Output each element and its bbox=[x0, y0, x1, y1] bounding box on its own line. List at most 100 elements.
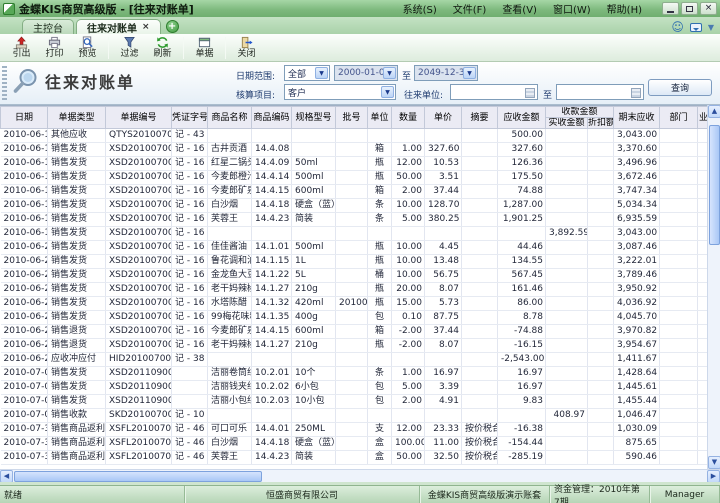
menu-system[interactable]: 系统(S) bbox=[403, 1, 437, 16]
menu-view[interactable]: 查看(V) bbox=[502, 1, 537, 16]
cell: 3,370.60 bbox=[614, 143, 660, 157]
cell bbox=[368, 353, 392, 367]
cell bbox=[172, 381, 208, 395]
date-to-select[interactable]: 2049-12-31 ▼ bbox=[414, 65, 478, 81]
export-button[interactable]: 引出 bbox=[5, 35, 38, 61]
cell bbox=[660, 171, 698, 185]
table-row[interactable]: 2010-06-20销售发货XSD20100700007记 - 16水塔陈醋14… bbox=[1, 297, 708, 311]
table-row[interactable]: 2010-06-15销售发货XSD20100700001记 - 16古井贡酒14… bbox=[1, 143, 708, 157]
cell: 今麦郎矿泉水 bbox=[208, 185, 252, 199]
table-row[interactable]: 2010-06-20销售发货XSD20100700007记 - 16老干妈辣椒酱… bbox=[1, 283, 708, 297]
column-header: 规格型号 bbox=[292, 107, 336, 129]
table-row[interactable]: 2010-07-05销售发货XSD20110900004洁丽钱夹纸10.2.02… bbox=[1, 381, 708, 395]
menu-window[interactable]: 窗口(W) bbox=[553, 1, 591, 16]
export-icon bbox=[15, 36, 28, 49]
minimize-button[interactable] bbox=[662, 2, 679, 15]
cell bbox=[208, 353, 252, 367]
dropdown-arrow-icon[interactable]: ▼ bbox=[315, 67, 328, 79]
unit-to-label: 至 bbox=[543, 88, 552, 101]
vertical-scroll-thumb[interactable] bbox=[709, 125, 720, 245]
dropdown-arrow-icon[interactable]: ▼ bbox=[463, 67, 476, 79]
restore-button[interactable] bbox=[681, 2, 698, 15]
query-button[interactable]: 查询 bbox=[648, 79, 712, 96]
cell: 37.44 bbox=[425, 325, 462, 339]
table-row[interactable]: 2010-06-15销售发货XSD20100700001记 - 16今麦郎橙汁1… bbox=[1, 171, 708, 185]
table-row[interactable]: 2010-06-15销售发货XSD20100700001记 - 163,892.… bbox=[1, 227, 708, 241]
cell: 10.2.01 bbox=[252, 367, 292, 381]
table-row[interactable]: 2010-07-09销售收款SKD20100700006记 - 10408.97… bbox=[1, 409, 708, 423]
table-row[interactable]: 2010-06-20销售发货XSD20100700007记 - 1699梅花味精… bbox=[1, 311, 708, 325]
cell: 包 bbox=[368, 395, 392, 409]
message-icon[interactable] bbox=[690, 23, 702, 32]
table-row[interactable]: 2010-06-20销售发货XSD20100700007记 - 16鲁花调和油1… bbox=[1, 255, 708, 269]
table-row[interactable]: 2010-06-15销售发货XSD20100700001记 - 16今麦郎矿泉水… bbox=[1, 185, 708, 199]
cell bbox=[546, 241, 588, 255]
vertical-scrollbar[interactable]: ▲ ▼ bbox=[707, 105, 720, 469]
table-row[interactable]: 2010-07-30销售商品返利XSFL20100700003记 - 46可口可… bbox=[1, 423, 708, 437]
cell bbox=[588, 213, 614, 227]
table-row[interactable]: 2010-06-22销售退货XSD20100700011记 - 16今麦郎矿泉水… bbox=[1, 325, 708, 339]
chevron-down-icon[interactable]: ▼ bbox=[708, 23, 714, 32]
cell: XSFL20100700003 bbox=[106, 423, 172, 437]
dropdown-arrow-icon[interactable]: ▼ bbox=[381, 86, 394, 98]
table-row[interactable]: 2010-07-30销售商品返利XSFL20100700003记 - 46白沙烟… bbox=[1, 437, 708, 451]
preview-button[interactable]: 预览 bbox=[71, 35, 104, 61]
cell bbox=[698, 381, 707, 395]
smiley-icon[interactable]: ☺ bbox=[671, 21, 684, 33]
refresh-button[interactable]: 刷新 bbox=[146, 35, 179, 61]
table-row[interactable]: 2010-06-22销售退货XSD20100700011记 - 16老干妈辣椒酱… bbox=[1, 339, 708, 353]
title-bar: 金蝶KIS商贸高级版 - [往来对账单] 系统(S) 文件(F) 查看(V) 窗… bbox=[0, 0, 720, 17]
horizontal-scroll-thumb[interactable] bbox=[14, 471, 262, 482]
page-title: 往来对账单 bbox=[45, 69, 135, 93]
browse-icon[interactable] bbox=[631, 88, 641, 98]
cell: 15.00 bbox=[392, 297, 425, 311]
cell bbox=[588, 157, 614, 171]
cell: 408.97 bbox=[546, 409, 588, 423]
cell: 14.4.18 bbox=[252, 199, 292, 213]
close-view-button[interactable]: 关闭 bbox=[230, 35, 263, 61]
tab-console[interactable]: 主控台 bbox=[22, 19, 74, 34]
table-row[interactable]: 2010-06-12其他应收QTYS20100700002记 - 43500.0… bbox=[1, 129, 708, 143]
unit-to-input[interactable] bbox=[556, 84, 644, 100]
drag-grip[interactable] bbox=[2, 66, 7, 100]
dropdown-arrow-icon[interactable]: ▼ bbox=[383, 67, 396, 79]
table-row[interactable]: 2010-06-15销售发货XSD20100700001记 - 16红星二锅头1… bbox=[1, 157, 708, 171]
tab-close-icon[interactable]: × bbox=[142, 22, 150, 32]
scroll-up-icon[interactable]: ▲ bbox=[708, 105, 720, 118]
new-tab-button[interactable]: + bbox=[166, 20, 179, 33]
print-button[interactable]: 打印 bbox=[38, 35, 71, 61]
date-range-select[interactable]: 全部 ▼ bbox=[284, 65, 330, 81]
cell bbox=[336, 157, 368, 171]
cell: 14.4.15 bbox=[252, 185, 292, 199]
cell bbox=[546, 143, 588, 157]
table-row[interactable]: 2010-07-05销售发货XSD20110900004洁丽小包纸10.2.03… bbox=[1, 395, 708, 409]
table-row[interactable]: 2010-06-20销售发货XSD20100700007记 - 16金龙鱼大豆油… bbox=[1, 269, 708, 283]
date-from-select[interactable]: 2000-01-01 ▼ bbox=[334, 65, 398, 81]
browse-icon[interactable] bbox=[525, 88, 535, 98]
table-row[interactable]: 2010-06-26应收冲应付HID20100700004记 - 38-2,54… bbox=[1, 353, 708, 367]
cell: 记 - 16 bbox=[172, 255, 208, 269]
close-button[interactable]: × bbox=[700, 2, 717, 15]
unit-from-input[interactable] bbox=[450, 84, 538, 100]
table-row[interactable]: 2010-07-05销售发货XSD20110900004洁丽卷筒纸10.2.01… bbox=[1, 367, 708, 381]
cell bbox=[660, 297, 698, 311]
table-row[interactable]: 2010-06-15销售发货XSD20100700001记 - 16白沙烟14.… bbox=[1, 199, 708, 213]
voucher-button[interactable]: 单据 bbox=[188, 35, 221, 61]
scroll-down-icon[interactable]: ▼ bbox=[708, 456, 720, 469]
cell bbox=[292, 129, 336, 143]
menu-file[interactable]: 文件(F) bbox=[453, 1, 487, 16]
item-type-select[interactable]: 客户 ▼ bbox=[284, 84, 396, 100]
cell: SKD20100700006 bbox=[106, 409, 172, 423]
menu-help[interactable]: 帮助(H) bbox=[607, 1, 642, 16]
cell bbox=[588, 199, 614, 213]
table-row[interactable]: 2010-07-30销售商品返利XSFL20100700003记 - 46芙蓉王… bbox=[1, 451, 708, 465]
table-row[interactable]: 2010-06-20销售发货XSD20100700007记 - 16佳佳酱油14… bbox=[1, 241, 708, 255]
cell: 销售退货 bbox=[48, 325, 106, 339]
cell: 1,455.44 bbox=[614, 395, 660, 409]
filter-button[interactable]: 过滤 bbox=[113, 35, 146, 61]
horizontal-scrollbar[interactable]: ◀ ▶ bbox=[0, 469, 720, 482]
window-title: 金蝶KIS商贸高级版 - [往来对账单] bbox=[19, 1, 194, 17]
table-row[interactable]: 2010-06-15销售发货XSD20100700001记 - 16芙蓉王14.… bbox=[1, 213, 708, 227]
tab-statement[interactable]: 往来对账单 × bbox=[76, 19, 161, 34]
cell: 销售发货 bbox=[48, 381, 106, 395]
